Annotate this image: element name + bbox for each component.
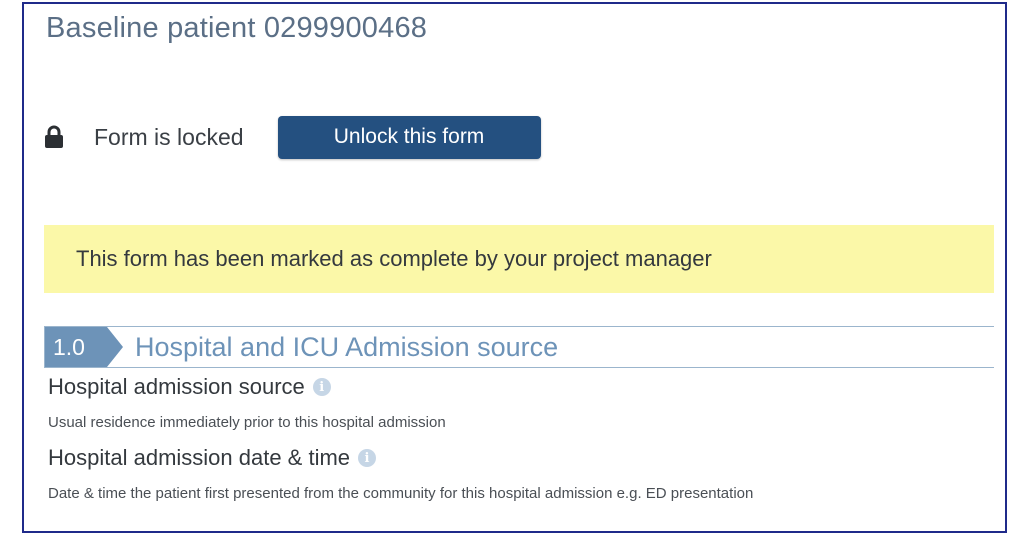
panel-border-right: [1005, 2, 1007, 533]
info-icon[interactable]: i: [358, 449, 377, 467]
lock-status-text: Form is locked: [94, 123, 244, 150]
completion-notice: This form has been marked as complete by…: [44, 225, 994, 293]
unlock-form-button[interactable]: Unlock this form: [277, 115, 541, 159]
section-number: 1.0: [45, 327, 107, 367]
section-title: Hospital and ICU Admission source: [135, 331, 559, 362]
field-help-admission-datetime: Date & time the patient first presented …: [48, 485, 754, 502]
section-header[interactable]: 1.0 Hospital and ICU Admission source: [44, 326, 994, 368]
page-title: Baseline patient 0299900468: [46, 12, 428, 44]
field-label-text: Hospital admission source: [48, 374, 305, 399]
field-label-admission-datetime: Hospital admission date & time i: [48, 445, 377, 471]
lock-icon: [44, 125, 64, 149]
field-help-admission-source: Usual residence immediately prior to thi…: [48, 414, 446, 431]
field-label-admission-source: Hospital admission source i: [48, 374, 331, 400]
panel-border-bottom: [22, 531, 1007, 533]
section-arrow-icon: [107, 327, 123, 367]
info-icon[interactable]: i: [312, 378, 331, 396]
lock-status-row: Form is locked Unlock this form: [44, 115, 541, 159]
field-label-text: Hospital admission date & time: [48, 445, 351, 470]
